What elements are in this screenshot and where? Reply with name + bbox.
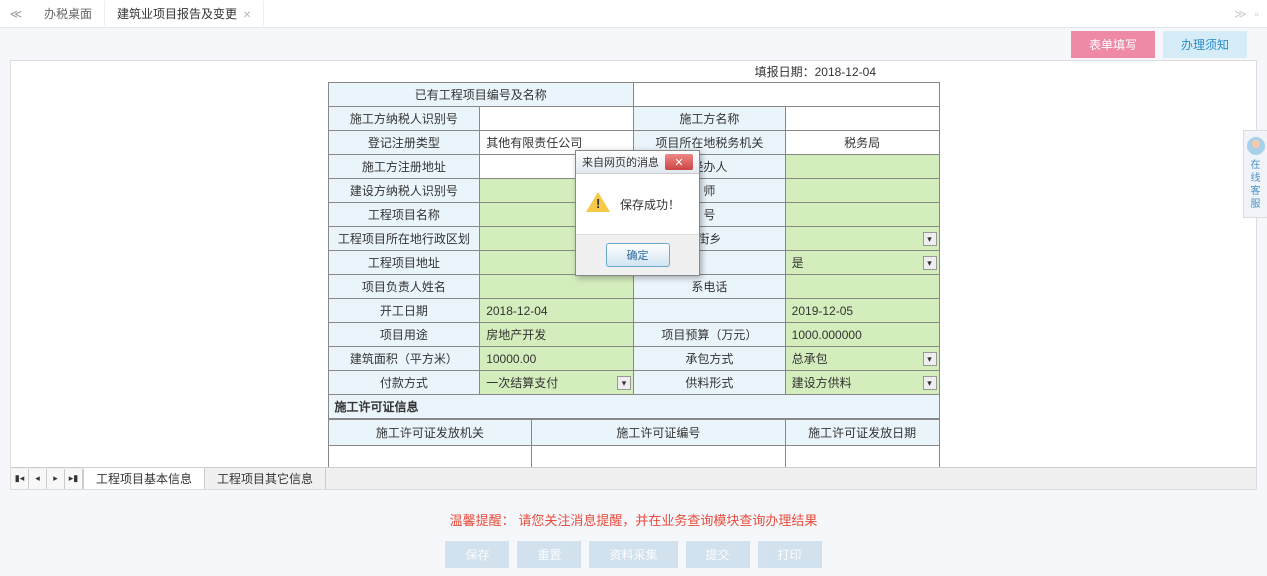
sheet-tab-other-info[interactable]: 工程项目其它信息	[205, 468, 326, 489]
label-project-address: 工程项目地址	[328, 251, 480, 275]
label-contractor-taxid: 施工方纳税人识别号	[328, 107, 480, 131]
value-township-dropdown[interactable]: ▾	[785, 227, 939, 251]
value-payment-dropdown[interactable]: 一次结算支付▾	[480, 371, 634, 395]
tab-label: 建筑业项目报告及变更	[117, 5, 237, 22]
alert-modal: 来自网页的消息 ✕ ! 保存成功！ 确定	[575, 150, 700, 276]
chevron-down-icon[interactable]: ▾	[617, 376, 631, 390]
label-project-name: 工程项目名称	[328, 203, 480, 227]
top-tab-bar: ≪ 办税桌面 建筑业项目报告及变更 × ≫ ▫	[0, 0, 1267, 28]
chevron-down-icon[interactable]: ▾	[923, 376, 937, 390]
warning-label: 温馨提醒：	[450, 513, 515, 528]
modal-ok-button[interactable]: 确定	[606, 243, 670, 267]
sheet-tab-basic-info[interactable]: 工程项目基本信息	[84, 468, 205, 489]
modal-title-text: 来自网页的消息	[582, 154, 659, 170]
value-budget[interactable]: 1000.000000	[785, 323, 939, 347]
help-label: 在线客服	[1246, 159, 1265, 211]
tab-label: 办税桌面	[44, 5, 92, 22]
tab-construction-report[interactable]: 建筑业项目报告及变更 ×	[105, 1, 264, 26]
modal-titlebar: 来自网页的消息 ✕	[576, 151, 699, 174]
chevron-down-icon[interactable]: ▾	[923, 232, 937, 246]
label-budget: 项目预算（万元）	[633, 323, 785, 347]
label-district: 工程项目所在地行政区划	[328, 227, 480, 251]
save-button[interactable]: 保存	[445, 541, 509, 568]
sheet-prev-icon[interactable]: ◂	[29, 469, 47, 489]
tab-desktop[interactable]: 办税桌面	[32, 1, 105, 26]
label-reg-type: 登记注册类型	[328, 131, 480, 155]
value-r5r[interactable]	[785, 179, 939, 203]
form-fill-button[interactable]: 表单填写	[1071, 31, 1155, 58]
label-material: 供料形式	[633, 371, 785, 395]
modal-footer: 确定	[576, 234, 699, 275]
label-manager-name: 项目负责人姓名	[328, 275, 480, 299]
sheet-first-icon[interactable]: ▮◂	[11, 469, 29, 489]
fill-date-value: 2018-12-04	[815, 65, 876, 79]
permit-col-number: 施工许可证编号	[532, 420, 786, 446]
label-existing-project: 已有工程项目编号及名称	[328, 83, 633, 107]
nav-back-icon[interactable]: ≪	[8, 7, 24, 21]
chevron-down-icon[interactable]: ▾	[923, 256, 937, 270]
warning-text: 请您关注消息提醒，并在业务查询模块查询办理结果	[518, 513, 817, 528]
footer: 温馨提醒： 请您关注消息提醒，并在业务查询模块查询办理结果 保存 重置 资料采集…	[0, 490, 1267, 576]
value-handler[interactable]	[785, 155, 939, 179]
fill-date-label: 填报日期：	[755, 65, 815, 79]
value-contract-type-dropdown[interactable]: 总承包▾	[785, 347, 939, 371]
sheet-next-icon[interactable]: ▸	[47, 469, 65, 489]
value-contractor-name[interactable]	[785, 107, 939, 131]
instructions-button[interactable]: 办理须知	[1163, 31, 1247, 58]
label-phone: 系电话	[633, 275, 785, 299]
value-phone[interactable]	[785, 275, 939, 299]
value-start-date[interactable]: 2018-12-04	[480, 299, 634, 323]
nav-forward-icon[interactable]: ≫	[1234, 7, 1247, 21]
support-icon	[1247, 137, 1265, 155]
warning-icon: !	[586, 192, 610, 216]
sheet-last-icon[interactable]: ▸▮	[65, 469, 83, 489]
value-purpose[interactable]: 房地产开发	[480, 323, 634, 347]
sub-action-bar: 表单填写 办理须知	[0, 28, 1267, 60]
reset-button[interactable]: 重置	[517, 541, 581, 568]
label-contractor-name: 施工方名称	[633, 107, 785, 131]
label-contractor-address: 施工方注册地址	[328, 155, 480, 179]
modal-message: 保存成功！	[620, 196, 680, 213]
print-button[interactable]: 打印	[758, 541, 822, 568]
sheet-tab-bar: ▮◂ ◂ ▸ ▸▮ 工程项目基本信息 工程项目其它信息	[11, 467, 1256, 489]
value-material-dropdown[interactable]: 建设方供料▾	[785, 371, 939, 395]
submit-button[interactable]: 提交	[686, 541, 750, 568]
value-tax-authority[interactable]: 税务局	[785, 131, 939, 155]
value-area[interactable]: 10000.00	[480, 347, 634, 371]
modal-body: ! 保存成功！	[576, 174, 699, 234]
value-contractor-taxid[interactable]	[480, 107, 634, 131]
label-start-date: 开工日期	[328, 299, 480, 323]
online-help-button[interactable]: 在线客服	[1243, 130, 1267, 218]
label-end-date	[633, 299, 785, 323]
value-r6r[interactable]	[785, 203, 939, 227]
label-purpose: 项目用途	[328, 323, 480, 347]
label-payment: 付款方式	[328, 371, 480, 395]
label-builder-taxid: 建设方纳税人识别号	[328, 179, 480, 203]
collect-button[interactable]: 资料采集	[589, 541, 677, 568]
warning-message: 温馨提醒： 请您关注消息提醒，并在业务查询模块查询办理结果	[0, 510, 1267, 529]
value-yes-dropdown[interactable]: 是▾	[785, 251, 939, 275]
value-end-date[interactable]: 2019-12-05	[785, 299, 939, 323]
value-existing-project[interactable]	[633, 83, 939, 107]
permit-section-title: 施工许可证信息	[328, 395, 939, 419]
chevron-down-icon[interactable]: ▾	[923, 352, 937, 366]
close-icon[interactable]: ×	[243, 6, 251, 22]
label-contract-type: 承包方式	[633, 347, 785, 371]
permit-col-authority: 施工许可证发放机关	[328, 420, 532, 446]
window-box-icon[interactable]: ▫	[1255, 7, 1259, 21]
fill-date-row: 填报日期：2018-12-04	[11, 61, 1256, 82]
value-manager-name[interactable]	[480, 275, 634, 299]
permit-col-date: 施工许可证发放日期	[785, 420, 939, 446]
modal-close-button[interactable]: ✕	[665, 154, 693, 170]
label-area: 建筑面积（平方米）	[328, 347, 480, 371]
